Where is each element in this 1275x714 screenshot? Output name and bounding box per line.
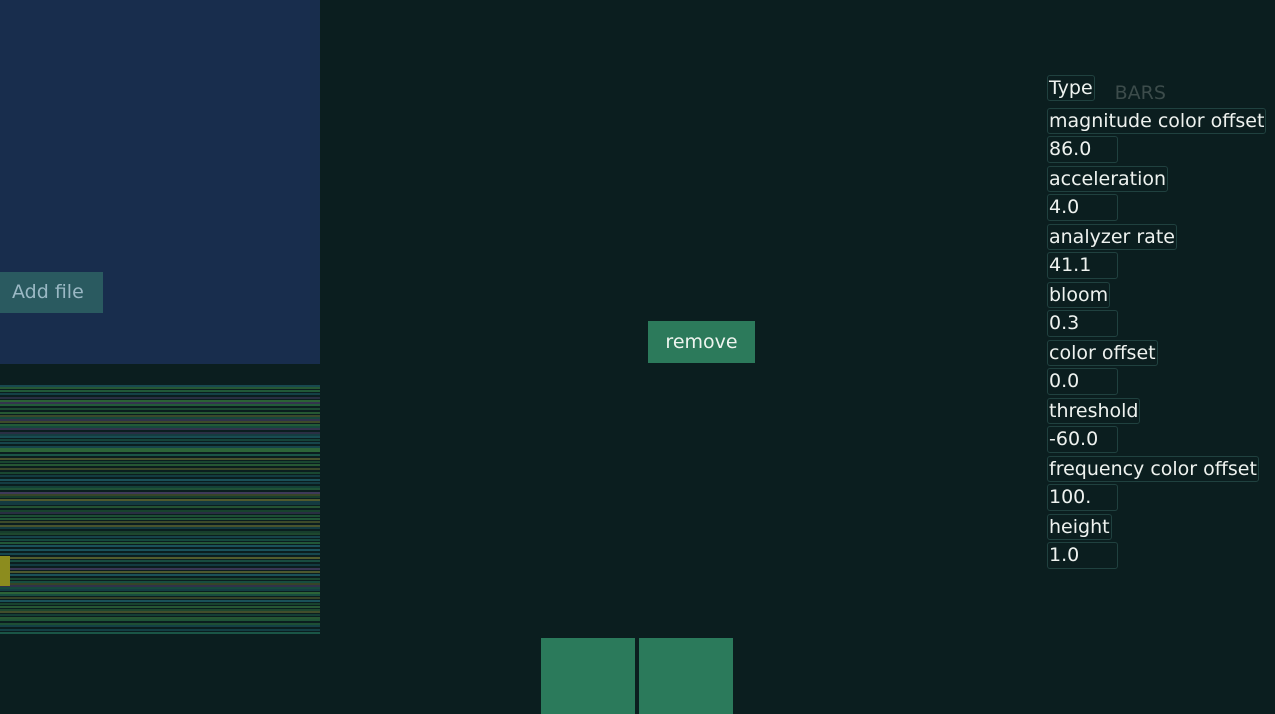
bottom-bar-left: [541, 638, 635, 714]
param-acceleration: acceleration 4.0: [1047, 166, 1275, 224]
waveform-view: [0, 385, 320, 634]
param-value-input[interactable]: 0.0: [1047, 368, 1118, 395]
playhead-marker[interactable]: [0, 556, 10, 586]
param-color-offset: color offset 0.0: [1047, 340, 1275, 398]
type-value[interactable]: BARS: [1115, 82, 1166, 104]
param-magnitude-color-offset: magnitude color offset 86.0: [1047, 108, 1275, 166]
param-threshold: threshold -60.0: [1047, 398, 1275, 456]
param-value-input[interactable]: 0.3: [1047, 310, 1118, 337]
param-value-input[interactable]: -60.0: [1047, 426, 1118, 453]
param-value-input[interactable]: 1.0: [1047, 542, 1118, 569]
param-label: magnitude color offset: [1047, 108, 1267, 134]
param-analyzer-rate: analyzer rate 41.1: [1047, 224, 1275, 282]
param-label: analyzer rate: [1047, 224, 1177, 250]
type-row: Type BARS: [1047, 68, 1275, 108]
visualizer-settings-panel: Type BARS magnitude color offset 86.0 ac…: [1047, 68, 1275, 572]
param-value-input[interactable]: 4.0: [1047, 194, 1118, 221]
file-panel: Add file: [0, 0, 320, 364]
param-bloom: bloom 0.3: [1047, 282, 1275, 340]
param-label: acceleration: [1047, 166, 1169, 192]
remove-button[interactable]: remove: [648, 321, 755, 363]
add-file-button[interactable]: Add file: [0, 272, 103, 313]
param-label: threshold: [1047, 398, 1141, 424]
param-frequency-color-offset: frequency color offset 100.: [1047, 456, 1275, 514]
param-label: bloom: [1047, 282, 1111, 308]
param-height: height 1.0: [1047, 514, 1275, 572]
param-label: frequency color offset: [1047, 456, 1259, 482]
param-value-input[interactable]: 100.: [1047, 484, 1118, 511]
param-value-input[interactable]: 86.0: [1047, 136, 1118, 163]
bottom-bar-right: [639, 638, 733, 714]
param-label: height: [1047, 514, 1112, 540]
type-label: Type: [1047, 75, 1095, 101]
param-label: color offset: [1047, 340, 1158, 366]
param-value-input[interactable]: 41.1: [1047, 252, 1118, 279]
